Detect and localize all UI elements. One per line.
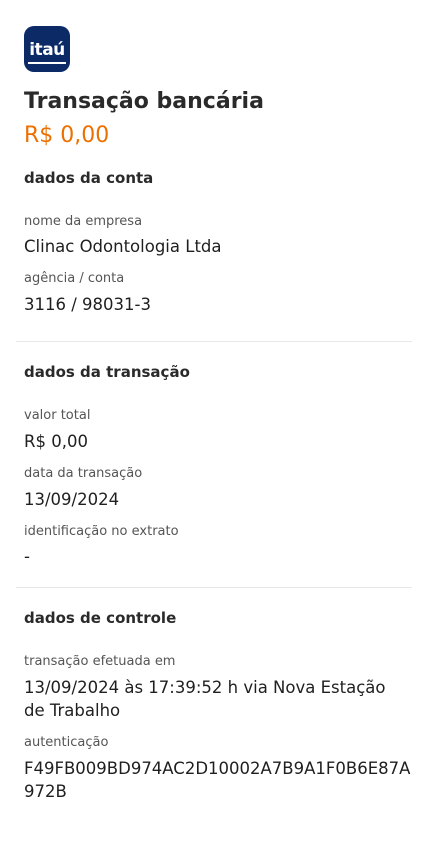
total-value: R$ 0,00: [24, 432, 88, 451]
account-section-title: dados da conta: [24, 169, 154, 187]
company-value: Clinac Odontologia Ltda: [24, 237, 222, 256]
statement-id-label: identificação no extrato: [24, 524, 179, 539]
itau-logo: itaú: [24, 26, 70, 72]
logo-text: itaú: [29, 40, 65, 60]
transaction-receipt: itaú Transação bancária R$ 0,00 dados da…: [0, 0, 428, 864]
performed-at-value-line1: 13/09/2024 às 17:39:52 h via Nova Estaçã…: [24, 678, 386, 697]
transaction-date-value: 13/09/2024: [24, 490, 120, 509]
divider: [16, 341, 412, 342]
divider: [16, 587, 412, 588]
branch-account-label: agência / conta: [24, 271, 125, 286]
total-label: valor total: [24, 408, 91, 423]
statement-id-value: -: [24, 547, 30, 566]
authentication-label: autenticação: [24, 735, 109, 750]
performed-at-label: transação efetuada em: [24, 654, 176, 669]
logo-underline: [28, 62, 66, 64]
authentication-value-line2: 972B: [24, 782, 67, 801]
control-section-title: dados de controle: [24, 609, 177, 627]
branch-account-value: 3116 / 98031-3: [24, 295, 151, 314]
transaction-section-title: dados da transação: [24, 363, 190, 381]
performed-at-value-line2: de Trabalho: [24, 701, 121, 720]
authentication-value-line1: F49FB009BD974AC2D10002A7B9A1F0B6E87A: [24, 759, 411, 778]
transaction-date-label: data da transação: [24, 466, 143, 481]
page-title: Transação bancária: [24, 89, 264, 114]
company-label: nome da empresa: [24, 214, 143, 229]
transaction-amount: R$ 0,00: [24, 123, 110, 148]
